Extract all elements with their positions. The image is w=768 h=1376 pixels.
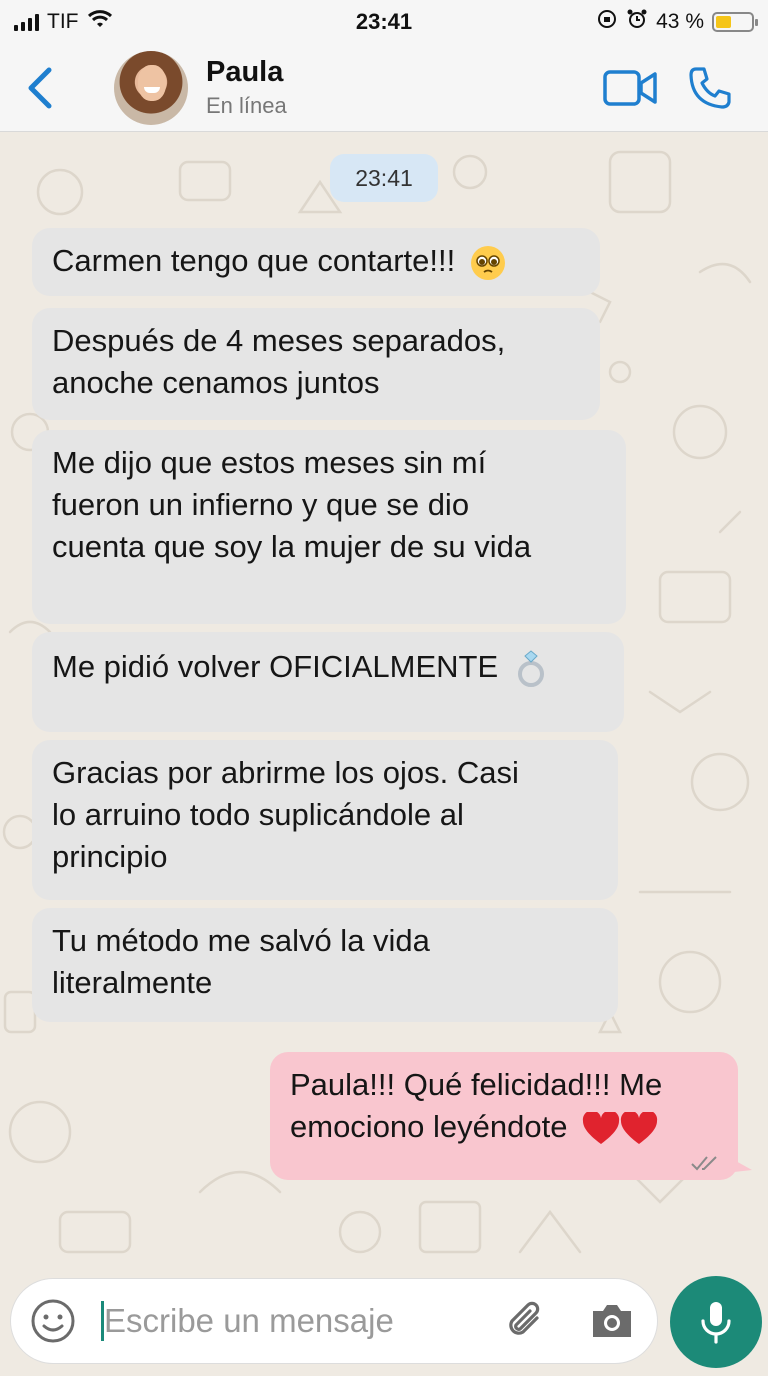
message-bubble-incoming[interactable]: Me dijo que estos meses sin mí fueron un… [32,430,626,624]
chat-header: Paula En línea [0,44,768,132]
message-line: emociono leyéndote [290,1109,568,1144]
message-bubble-incoming[interactable]: Tu método me salvó la vida literalmente [32,908,618,1022]
contact-info[interactable]: Paula En línea [206,56,598,119]
message-line: fueron un infierno y que se dio [52,487,470,522]
avatar[interactable] [114,50,188,125]
status-time: 23:41 [355,9,413,34]
wifi-icon [87,9,113,35]
alarm-icon [626,8,648,36]
message-input[interactable] [104,1296,484,1346]
orientation-lock-icon [596,8,618,36]
message-line-with-emoji: emociono leyéndote [290,1106,718,1148]
message-text: Me pidió volver OFICIALMENTE [52,649,499,684]
battery-icon [712,12,758,32]
phone-icon [689,66,731,109]
battery-percent: 43 % [656,10,704,33]
double-check-icon [691,1156,717,1171]
status-bar: TIF 23:41 43 % [0,0,768,44]
attach-button[interactable] [498,1293,554,1349]
message-bubble-incoming[interactable]: Gracias por abrirme los ojos. Casi lo ar… [32,740,618,900]
message-composer [0,1272,768,1376]
contact-status: En línea [206,93,287,118]
ring-icon [517,650,544,687]
red-heart-icon [583,1111,620,1144]
message-line: Gracias por abrirme los ojos. Casi [52,755,519,790]
emoji-button[interactable] [23,1291,83,1351]
message-line: lo arruino todo suplicándole al [52,797,464,832]
smiley-icon [31,1299,75,1343]
video-camera-icon [603,69,657,106]
chevron-left-icon [28,67,52,108]
camera-button[interactable] [584,1293,640,1349]
message-bubble-outgoing[interactable]: Paula!!! Qué felicidad!!! Me emociono le… [270,1052,752,1180]
microphone-icon [701,1302,731,1344]
voice-call-button[interactable] [678,56,742,120]
message-bubble-incoming[interactable]: Después de 4 meses separados, anoche cen… [32,308,600,420]
message-line: Después de 4 meses separados, [52,323,506,358]
message-line: literalmente [52,965,213,1000]
back-button[interactable] [10,58,70,118]
message-line: Tu método me salvó la vida [52,923,430,958]
paperclip-icon [509,1301,540,1335]
message-line: cuenta que soy la mujer de su vida [52,529,532,564]
message-bubble-incoming[interactable]: Me pidió volver OFICIALMENTE [32,632,624,732]
red-heart-icon [621,1111,658,1144]
message-input-box[interactable] [10,1278,658,1364]
message-line: anoche cenamos juntos [52,365,380,400]
message-bubble-incoming[interactable]: Carmen tengo que contarte!!! [32,228,600,296]
video-call-button[interactable] [598,56,662,120]
message-line: Paula!!! Qué felicidad!!! Me [290,1067,663,1102]
signal-icon [14,13,39,31]
message-line: Me dijo que estos meses sin mí [52,445,487,480]
message-text: Carmen tengo que contarte!!! [52,243,456,278]
camera-icon [593,1305,631,1337]
carrier-name: TIF [47,10,79,33]
message-line: principio [52,839,168,874]
date-chip: 23:41 [330,154,438,202]
contact-name: Paula [206,56,284,88]
message-list[interactable]: 23:41 Carmen tengo que contarte!!! Despu… [0,132,768,1272]
voice-record-button[interactable] [670,1276,762,1368]
pleading-face-icon [470,245,505,280]
